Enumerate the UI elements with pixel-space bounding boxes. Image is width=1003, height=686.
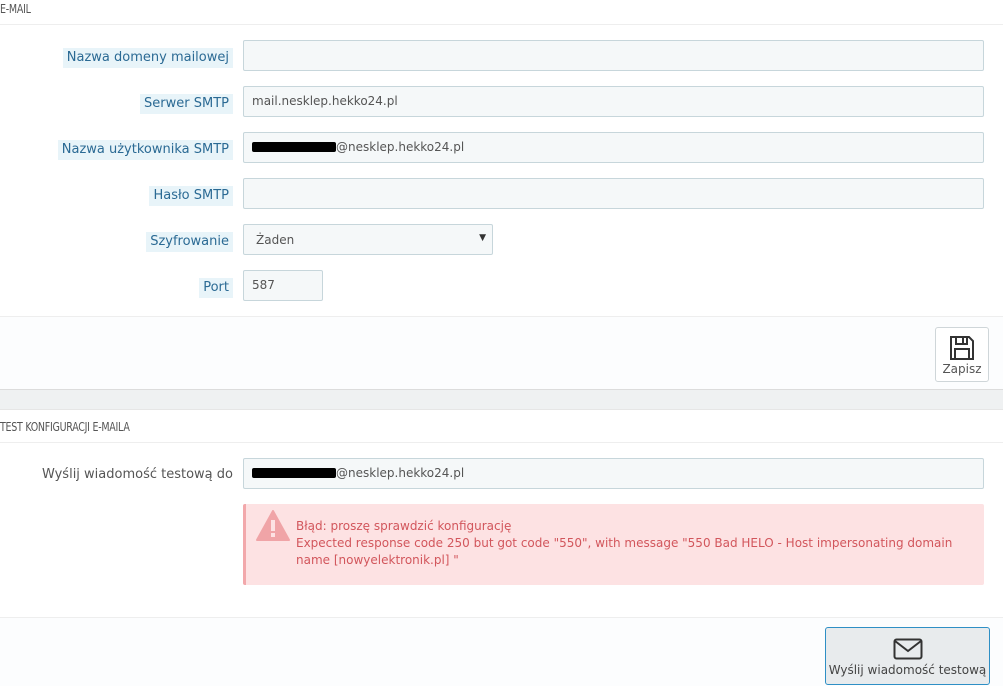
- error-message: Expected response code 250 but got code …: [296, 536, 953, 567]
- send-to-row: Wyślij wiadomość testową do @nesklep.hek…: [0, 458, 1003, 490]
- error-alert: Błąd: proszę sprawdzić konfigurację Expe…: [243, 504, 984, 585]
- port-label: Port: [199, 278, 233, 298]
- send-to-value: @nesklep.hekko24.pl: [336, 466, 465, 480]
- smtp-server-input[interactable]: mail.nesklep.hekko24.pl: [243, 86, 984, 117]
- domain-label: Nazwa domeny mailowej: [62, 48, 233, 68]
- save-button-label: Zapisz: [942, 362, 982, 376]
- smtp-user-input[interactable]: @nesklep.hekko24.pl: [243, 132, 984, 163]
- redaction-mark: [252, 142, 336, 152]
- domain-input[interactable]: [243, 40, 984, 71]
- smtp-user-row: Nazwa użytkownika SMTP @nesklep.hekko24.…: [0, 132, 1003, 164]
- redaction-mark: [252, 468, 336, 478]
- encryption-label: Szyfrowanie: [146, 232, 233, 252]
- smtp-password-label: Hasło SMTP: [149, 186, 233, 206]
- send-test-email-label: Wyślij wiadomość testową: [828, 663, 987, 677]
- smtp-password-row: Hasło SMTP: [0, 178, 1003, 210]
- email-section-title: E-MAIL: [0, 0, 1003, 25]
- encryption-select[interactable]: Żaden ▼: [243, 224, 493, 255]
- smtp-server-label: Serwer SMTP: [140, 94, 233, 114]
- send-to-input[interactable]: @nesklep.hekko24.pl: [243, 458, 984, 489]
- save-icon: [950, 336, 974, 360]
- encryption-row: Szyfrowanie Żaden ▼: [0, 224, 1003, 256]
- smtp-user-value: @nesklep.hekko24.pl: [336, 140, 465, 154]
- send-test-email-button[interactable]: Wyślij wiadomość testową: [825, 627, 990, 685]
- warning-icon: [256, 510, 290, 541]
- envelope-icon: [893, 638, 922, 660]
- port-row: Port 587: [0, 270, 1003, 302]
- test-section-title: TEST KONFIGURACJI E-MAILA: [0, 418, 1003, 443]
- section-divider: [0, 389, 1003, 410]
- encryption-selected-value: Żaden: [256, 233, 295, 247]
- send-to-label: Wyślij wiadomość testową do: [41, 467, 233, 482]
- save-button[interactable]: Zapisz: [935, 327, 989, 382]
- chevron-down-icon: ▼: [479, 233, 486, 243]
- port-input[interactable]: 587: [243, 270, 323, 301]
- email-section-footer: [0, 316, 1003, 389]
- domain-row: Nazwa domeny mailowej: [0, 40, 1003, 72]
- smtp-user-label: Nazwa użytkownika SMTP: [57, 140, 233, 160]
- error-text: Błąd: proszę sprawdzić konfigurację Expe…: [296, 518, 976, 569]
- error-title: Błąd: proszę sprawdzić konfigurację: [296, 519, 512, 533]
- smtp-password-input[interactable]: [243, 178, 984, 209]
- smtp-server-row: Serwer SMTP mail.nesklep.hekko24.pl: [0, 86, 1003, 118]
